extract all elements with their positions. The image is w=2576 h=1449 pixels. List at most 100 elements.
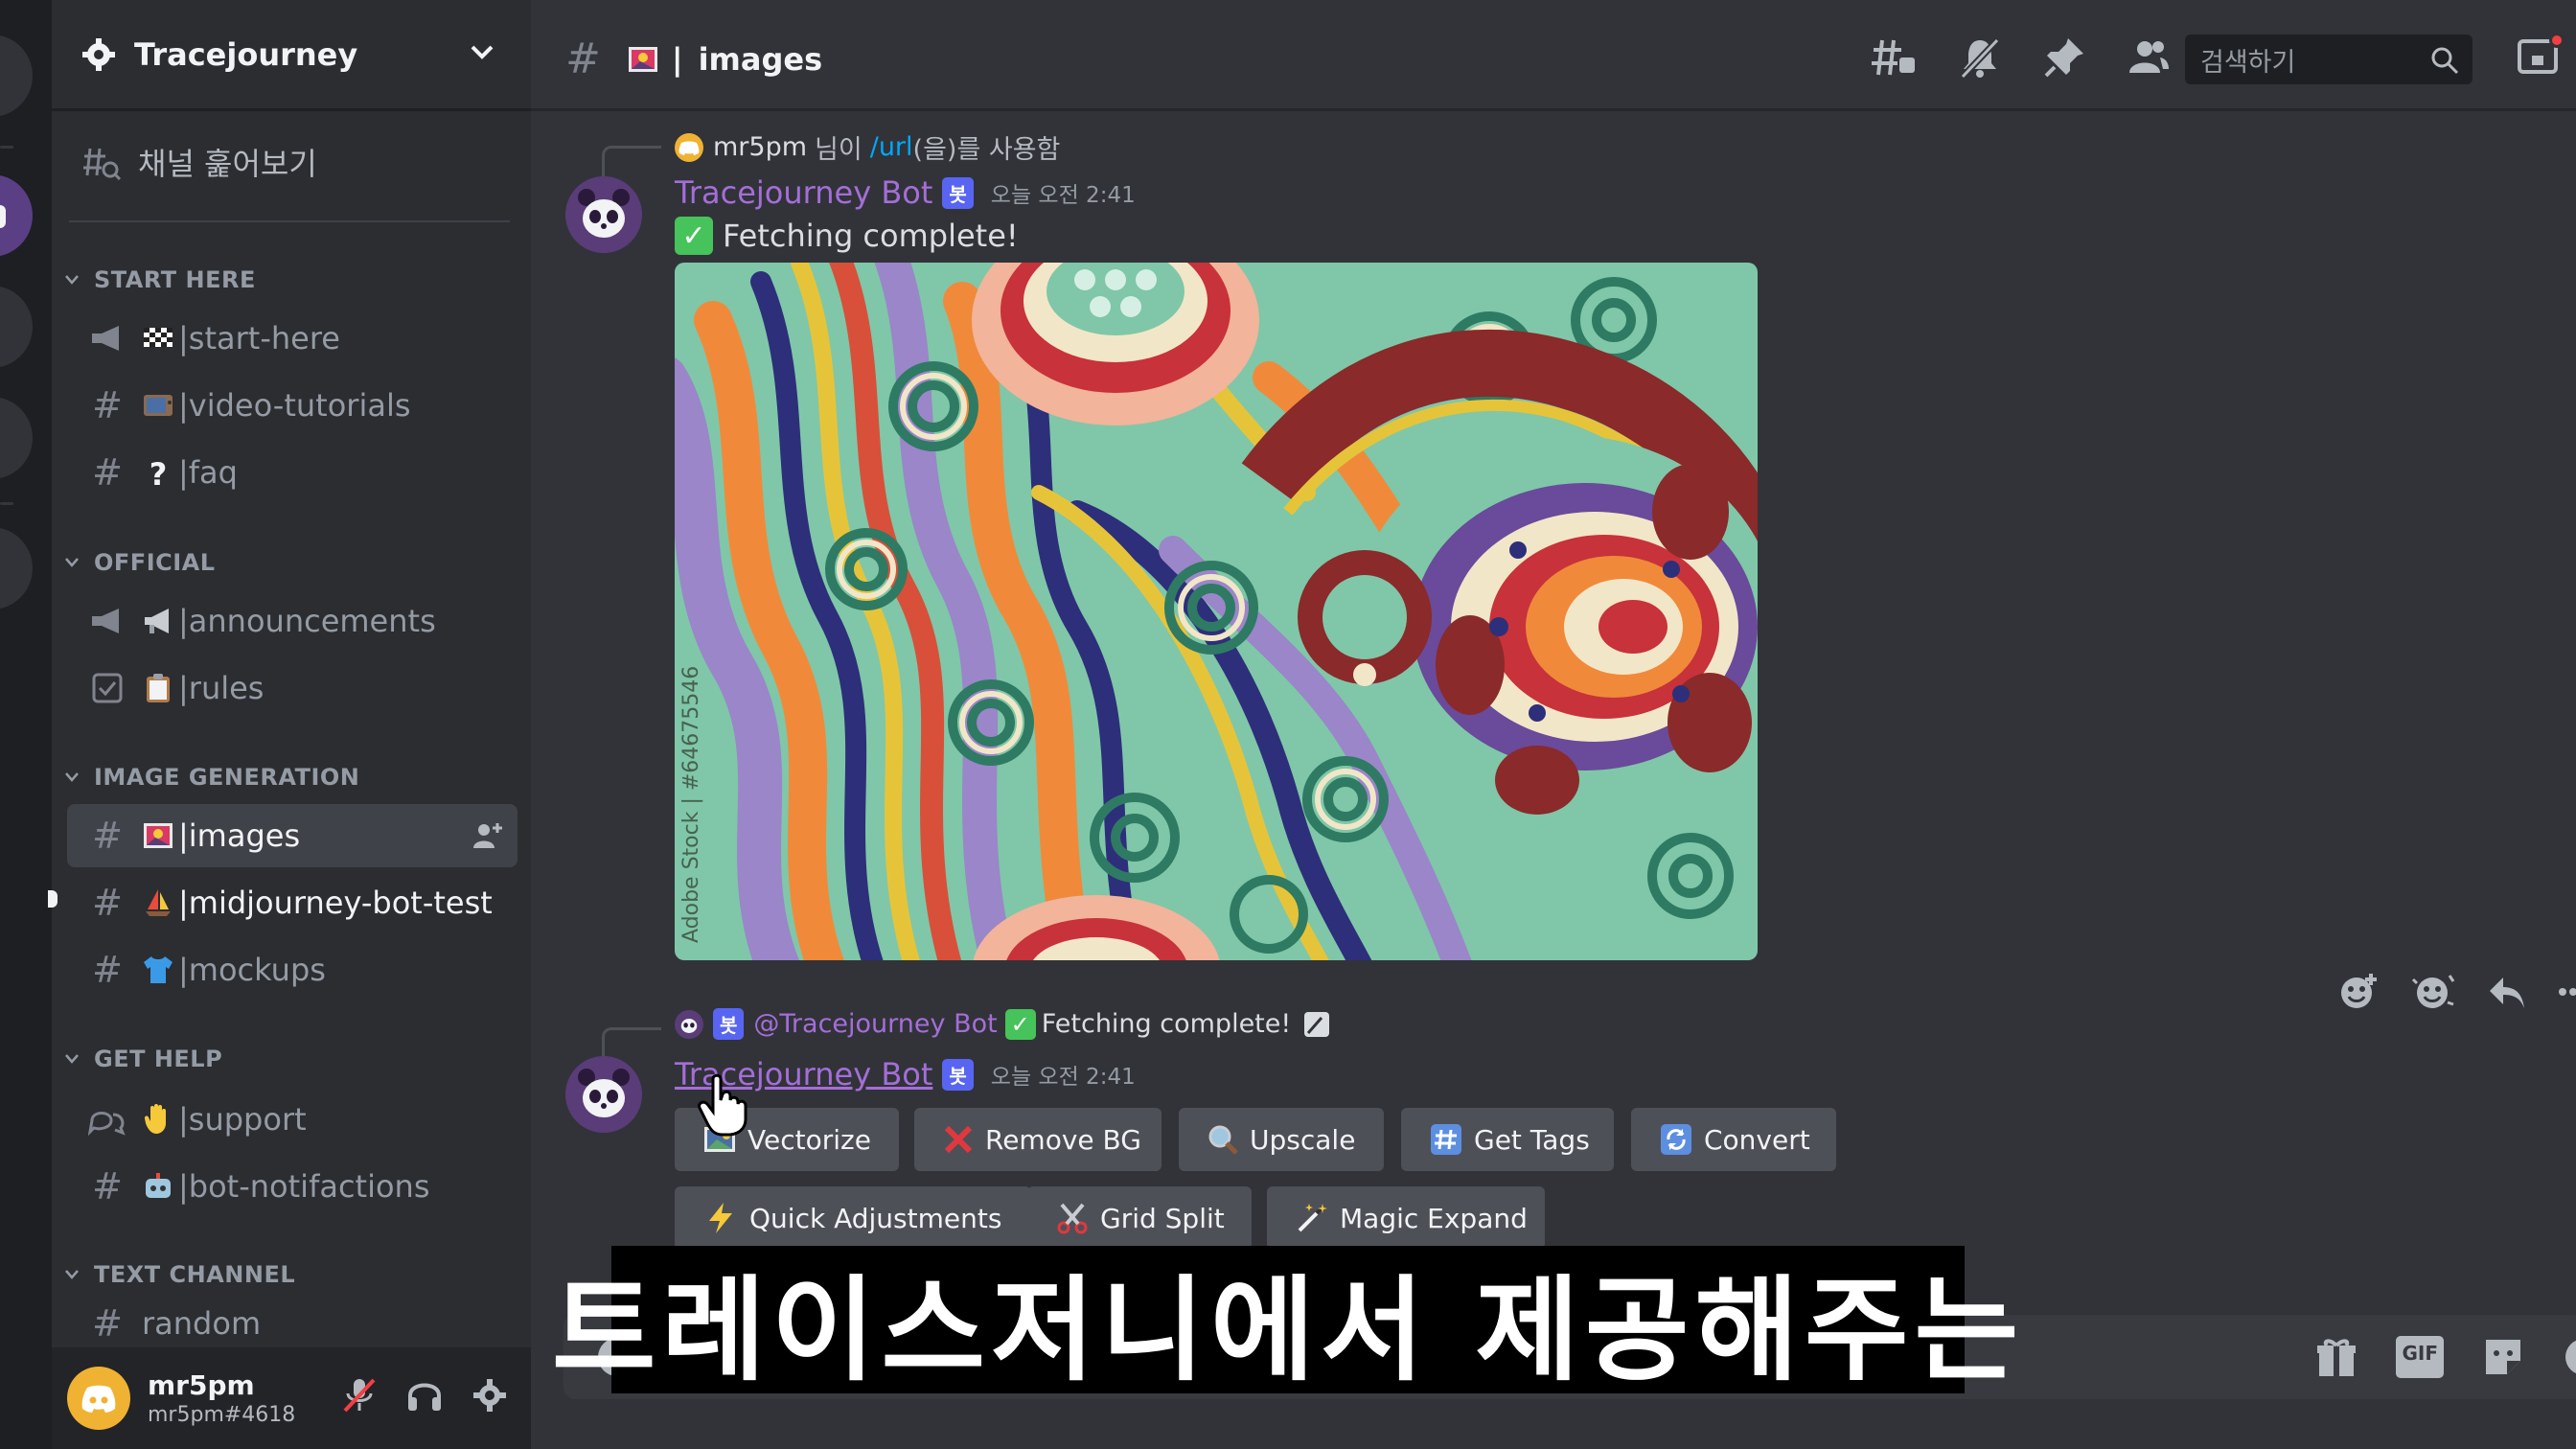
separator: |: [178, 603, 189, 639]
avatar[interactable]: [67, 1367, 130, 1430]
user-settings-gear-icon[interactable]: [472, 1376, 508, 1414]
refresh-arrows-icon: [1661, 1124, 1691, 1155]
panda-avatar-icon: [675, 1009, 703, 1039]
search-input[interactable]: 검색하기: [2185, 34, 2472, 84]
robot-icon: [146, 1173, 171, 1198]
channel-random[interactable]: # random: [67, 1300, 518, 1347]
search-icon: [2431, 47, 2459, 75]
bot-badge: 봇: [942, 1058, 974, 1091]
upscale-button[interactable]: Upscale: [1179, 1108, 1384, 1171]
server-rail: [0, 0, 52, 1449]
watermark-text: Adobe Stock | #64675546: [679, 666, 703, 943]
slash-command[interactable]: /url: [870, 132, 913, 162]
reply-context[interactable]: mr5pm 님이 /url (을)를 사용함: [675, 128, 1060, 166]
channel-label: bot-notifactions: [188, 1168, 430, 1205]
inbox-button[interactable]: [2517, 33, 2564, 80]
server-icon-home[interactable]: [0, 34, 33, 117]
magnifier-icon: [1208, 1125, 1238, 1155]
server-header[interactable]: Tracejourney: [52, 0, 531, 111]
chevron-down-icon: [65, 772, 79, 782]
reply-context[interactable]: 봇 @Tracejourney Bot ✓ Fetching complete!: [675, 1008, 1331, 1040]
lightning-icon: [709, 1203, 732, 1233]
channel-label: midjourney-bot-test: [188, 885, 493, 921]
category-start-here[interactable]: START HERE: [61, 266, 256, 293]
category-text-channel[interactable]: TEXT CHANNEL: [61, 1261, 295, 1288]
channel-rules[interactable]: | rules: [67, 656, 518, 720]
video-subtitle: 트레이스저니에서 제공해주는: [552, 1246, 2018, 1396]
mute-microphone-icon[interactable]: [341, 1376, 378, 1414]
channel-announcements[interactable]: | announcements: [67, 589, 518, 653]
add-reaction-icon[interactable]: [2338, 972, 2379, 1012]
browse-channels-icon: [83, 148, 121, 181]
browse-channels[interactable]: 채널 훑어보기: [82, 140, 317, 184]
pin-icon[interactable]: [2043, 36, 2085, 79]
channel-label: video-tutorials: [188, 387, 411, 424]
threads-icon[interactable]: [1871, 36, 1917, 79]
image-attachment[interactable]: Adobe Stock | #64675546: [675, 263, 1758, 960]
chevron-down-icon[interactable]: [470, 44, 494, 61]
search-placeholder: 검색하기: [2200, 47, 2296, 78]
channel-faq[interactable]: # ? | faq: [67, 441, 518, 504]
divider: [69, 220, 510, 222]
framed-picture-icon: [144, 823, 172, 848]
convert-button[interactable]: Convert: [1631, 1108, 1836, 1171]
announcement-icon: [92, 326, 119, 351]
channel-start-here[interactable]: | start-here: [67, 307, 518, 370]
emoji-picker-icon[interactable]: [2563, 1336, 2576, 1378]
server-icon-4[interactable]: [0, 527, 33, 610]
channel-sidebar: Tracejourney 채널 훑어보기 START HERE | start-h…: [48, 0, 531, 1449]
timestamp[interactable]: 오늘 오전 2:41: [991, 176, 1136, 209]
create-invite-icon[interactable]: [472, 819, 504, 852]
category-get-help[interactable]: GET HELP: [61, 1046, 222, 1072]
reply-icon[interactable]: [2488, 974, 2526, 1010]
separator: |: [178, 387, 189, 424]
category-image-generation[interactable]: IMAGE GENERATION: [61, 764, 359, 791]
category-official[interactable]: OFFICIAL: [61, 549, 216, 576]
gif-picker-button[interactable]: GIF: [2396, 1336, 2444, 1378]
message-header: Tracejourney Bot 봇 오늘 오전 2:41: [675, 174, 1136, 211]
author-name[interactable]: Tracejourney Bot: [675, 174, 932, 211]
channel-bot-notifactions[interactable]: # | bot-notifactions: [67, 1155, 518, 1218]
server-icon-3[interactable]: [0, 397, 33, 479]
bot-avatar[interactable]: [565, 1056, 642, 1133]
channel-mockups[interactable]: # | mockups: [67, 938, 518, 1001]
server-icon-2[interactable]: [0, 286, 33, 368]
channel-support[interactable]: | support: [67, 1088, 518, 1151]
headphones-icon[interactable]: [406, 1376, 443, 1414]
category-label: IMAGE GENERATION: [94, 764, 360, 791]
more-options-icon[interactable]: [2559, 987, 2576, 997]
hand-pointer-cursor-icon: [698, 1073, 748, 1137]
reply-mention[interactable]: @Tracejourney Bot: [753, 1009, 997, 1039]
browse-channels-label: 채널 훑어보기: [138, 146, 317, 182]
chevron-down-icon: [65, 1054, 79, 1064]
notification-muted-icon[interactable]: [1959, 36, 2001, 79]
sailboat-icon: [146, 889, 171, 916]
question-icon: ?: [149, 456, 168, 493]
member-list-icon[interactable]: [2128, 36, 2170, 79]
separator: |: [178, 817, 189, 854]
channel-midjourney-bot-test[interactable]: # | midjourney-bot-test: [67, 871, 518, 934]
channel-images[interactable]: # | images: [67, 804, 518, 867]
remove-bg-button[interactable]: Remove BG: [914, 1108, 1162, 1171]
separator: |: [178, 670, 189, 706]
category-label: TEXT CHANNEL: [94, 1261, 296, 1288]
category-label: GET HELP: [94, 1046, 223, 1072]
super-reaction-icon[interactable]: [2411, 972, 2455, 1012]
channel-label: announcements: [188, 603, 436, 639]
sticker-icon[interactable]: [2482, 1336, 2524, 1378]
button-label: Convert: [1704, 1123, 1810, 1156]
channel-video-tutorials[interactable]: # | video-tutorials: [67, 374, 518, 437]
get-tags-button[interactable]: Get Tags: [1401, 1108, 1614, 1171]
hash-icon: #: [92, 451, 123, 494]
user-tag: mr5pm#4618: [148, 1403, 296, 1427]
reply-connector: [602, 146, 661, 180]
megaphone-icon: [145, 609, 169, 633]
chevron-down-icon: [65, 1270, 79, 1279]
category-label: OFFICIAL: [94, 549, 216, 576]
timestamp[interactable]: 오늘 오전 2:41: [991, 1058, 1136, 1091]
category-label: START HERE: [94, 266, 256, 293]
user-panel: mr5pm mr5pm#4618: [52, 1347, 531, 1449]
server-selected-indicator: [0, 205, 6, 228]
gift-icon[interactable]: [2315, 1336, 2358, 1378]
bot-avatar[interactable]: [565, 176, 642, 253]
